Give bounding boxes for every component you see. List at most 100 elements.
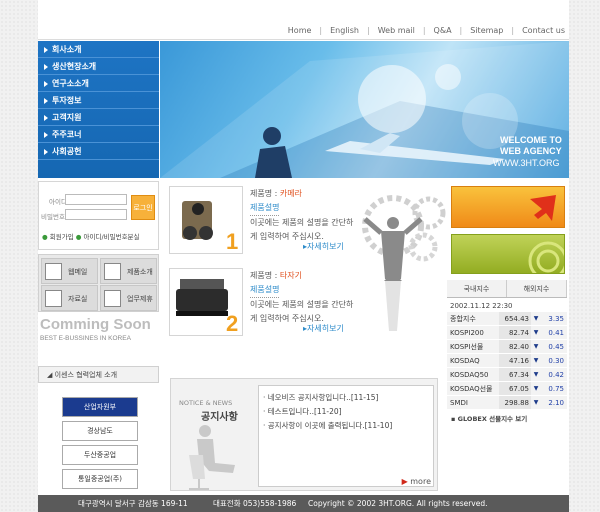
- menu-item-shareholders[interactable]: 주주코너: [38, 126, 159, 143]
- stock-row: SMDI 298.88 ▼ 2.10: [447, 396, 567, 410]
- partners-header: ◢ 이센스 협력업체 소개: [38, 366, 159, 383]
- quick-partnership-button[interactable]: 업무제휴: [100, 285, 157, 311]
- bullet-icon: ●: [42, 233, 48, 241]
- join-link[interactable]: 회원가입: [50, 233, 74, 241]
- stock-row: KOSDAQ 47.16 ▼ 0.30: [447, 354, 567, 368]
- notice-item-2[interactable]: · 테스트입니다..[11-20]: [263, 405, 429, 419]
- stock-change: 2.10: [548, 399, 564, 407]
- globex-link[interactable]: ▪ GLOBEX 선물지수 보기: [447, 410, 567, 426]
- typewriter-icon: 2: [176, 279, 238, 336]
- nav-link-contact[interactable]: Contact us: [522, 26, 565, 35]
- quick-archive-button[interactable]: 자료실: [41, 285, 98, 311]
- tab-overseas[interactable]: 해외지수: [507, 280, 567, 297]
- nav-link-home[interactable]: Home: [288, 26, 312, 35]
- stock-row: KOSPI200 82.74 ▼ 0.41: [447, 326, 567, 340]
- id-input[interactable]: [65, 194, 127, 205]
- menu-item-company[interactable]: 회사소개: [38, 41, 159, 58]
- menu-item-production[interactable]: 생산현장소개: [38, 58, 159, 75]
- nav-link-qa[interactable]: Q&A: [434, 26, 452, 35]
- product-desc-1: 이곳에는 제품의 설명을 간단하게 입력하여 주십시오.: [250, 218, 354, 241]
- bullet-icon: ◢: [47, 371, 55, 379]
- pw-label: 비밀번호: [41, 213, 65, 221]
- notice-more-link[interactable]: ▶ more: [402, 477, 431, 486]
- hero-welcome-line2: WEB AGENCY: [500, 146, 562, 156]
- stock-tabs: 국내지수 해외지수: [447, 280, 567, 298]
- promo-banner-green[interactable]: [451, 234, 568, 281]
- top-navigation: Home | English | Web mail | Q&A | Sitemap | C…: [38, 0, 569, 40]
- down-arrow-icon: ▼: [533, 385, 539, 392]
- product-name-1: 카메라: [279, 189, 302, 198]
- stock-name: KOSPI선물: [450, 343, 484, 351]
- product-number-2: 2: [226, 311, 238, 335]
- down-arrow-icon: ▼: [533, 343, 539, 350]
- product-image-typewriter[interactable]: 2: [169, 268, 243, 336]
- partner-link-1[interactable]: 산업자원부: [62, 397, 138, 417]
- find-account-link[interactable]: 아이디/비밀번호분실: [84, 233, 140, 241]
- notice-label-en: NOTICE & NEWS: [179, 399, 233, 407]
- down-arrow-icon: ▼: [533, 329, 539, 336]
- product-image-camera[interactable]: 1: [169, 186, 243, 254]
- product-desc-title-2: 제품설명: [250, 283, 280, 298]
- promo-title: Comming Soon: [40, 316, 151, 333]
- stock-row: 종합지수 654.43 ▼ 3.35: [447, 312, 567, 326]
- camera-icon: 1: [182, 201, 238, 254]
- top-links: Home | English | Web mail | Q&A | Sitemap | C…: [287, 26, 565, 35]
- footer-phone: 대표전화 053)558-1986: [213, 499, 297, 508]
- bullet-icon: ●: [75, 233, 82, 241]
- nav-link-webmail[interactable]: Web mail: [378, 26, 415, 35]
- stack-icon: [104, 263, 121, 280]
- password-input[interactable]: [65, 209, 127, 220]
- satellite-icon: [104, 290, 121, 307]
- stock-name: KOSPI200: [450, 329, 484, 337]
- stock-name: SMDI: [450, 399, 468, 407]
- login-box: 아이디 비밀번호 로그인 ● 회원가입 ● 아이디/비밀번호분실: [38, 181, 159, 250]
- product-desc-2: 이곳에는 제품의 설명을 간단하게 입력하여 주십시오.: [250, 300, 354, 323]
- partner-link-4[interactable]: 통일중공업(주): [62, 469, 138, 489]
- down-arrow-icon: ▼: [533, 357, 539, 364]
- stock-name: 종합지수: [450, 315, 476, 323]
- partner-link-2[interactable]: 경상남도: [62, 421, 138, 441]
- arrow-right-icon: [44, 80, 48, 87]
- stock-index-panel: 국내지수 해외지수 2002.11.12 22:30 종합지수 654.43 ▼ 3.…: [447, 280, 567, 430]
- menu-item-support[interactable]: 고객지원: [38, 109, 159, 126]
- stock-value: 298.88: [499, 396, 531, 409]
- nav-link-sitemap[interactable]: Sitemap: [470, 26, 503, 35]
- menu-item-social[interactable]: 사회공헌: [38, 143, 159, 160]
- stock-name: KOSDAQ선물: [450, 385, 493, 393]
- stock-name: KOSDAQ50: [450, 371, 489, 379]
- page-container: Home | English | Web mail | Q&A | Sitemap | C…: [38, 0, 569, 512]
- product-more-link-1[interactable]: ▸자세히보기: [303, 241, 344, 252]
- pencil-icon: [45, 290, 62, 307]
- product-desc-title-1: 제품설명: [250, 201, 280, 216]
- stock-timestamp: 2002.11.12 22:30: [450, 302, 513, 310]
- menu-item-investment[interactable]: 투자정보: [38, 92, 159, 109]
- notice-item-3[interactable]: · 공지사항이 이곳에 출력됩니다.[11-10]: [263, 419, 429, 433]
- person-chair-icon: [189, 425, 235, 490]
- quick-webmail-button[interactable]: 웹메일: [41, 258, 98, 284]
- stock-row: KOSDAQ50 67.34 ▼ 0.42: [447, 368, 567, 382]
- stock-row: KOSPI선물 82.40 ▼ 0.45: [447, 340, 567, 354]
- menu-item-research[interactable]: 연구소소개: [38, 75, 159, 92]
- quick-products-button[interactable]: 제품소개: [100, 258, 157, 284]
- tab-domestic[interactable]: 국내지수: [447, 280, 507, 297]
- stock-value: 82.40: [499, 340, 531, 353]
- arrow-cursor-icon: [530, 195, 556, 221]
- nav-link-english[interactable]: English: [330, 26, 359, 35]
- login-button[interactable]: 로그인: [131, 195, 155, 220]
- product-name-2: 타자기: [279, 271, 302, 280]
- notice-item-1[interactable]: · 네오비즈 공지사항입니다..[11-15]: [263, 391, 429, 405]
- target-icon: [528, 241, 568, 281]
- stock-value: 47.16: [499, 354, 531, 367]
- mail-icon: [45, 263, 62, 280]
- stock-value: 82.74: [499, 326, 531, 339]
- stock-value: 654.43: [499, 312, 531, 325]
- stock-change: 0.42: [548, 371, 564, 379]
- arrow-right-icon: [44, 131, 48, 138]
- stock-value: 67.05: [499, 382, 531, 395]
- product-more-link-2[interactable]: ▸자세히보기: [303, 323, 344, 334]
- arrow-right-icon: [44, 148, 48, 155]
- partner-link-3[interactable]: 두산중공업: [62, 445, 138, 465]
- down-arrow-icon: ▼: [533, 399, 539, 406]
- arrow-right-icon: [44, 114, 48, 121]
- promo-banner-orange[interactable]: [451, 186, 565, 228]
